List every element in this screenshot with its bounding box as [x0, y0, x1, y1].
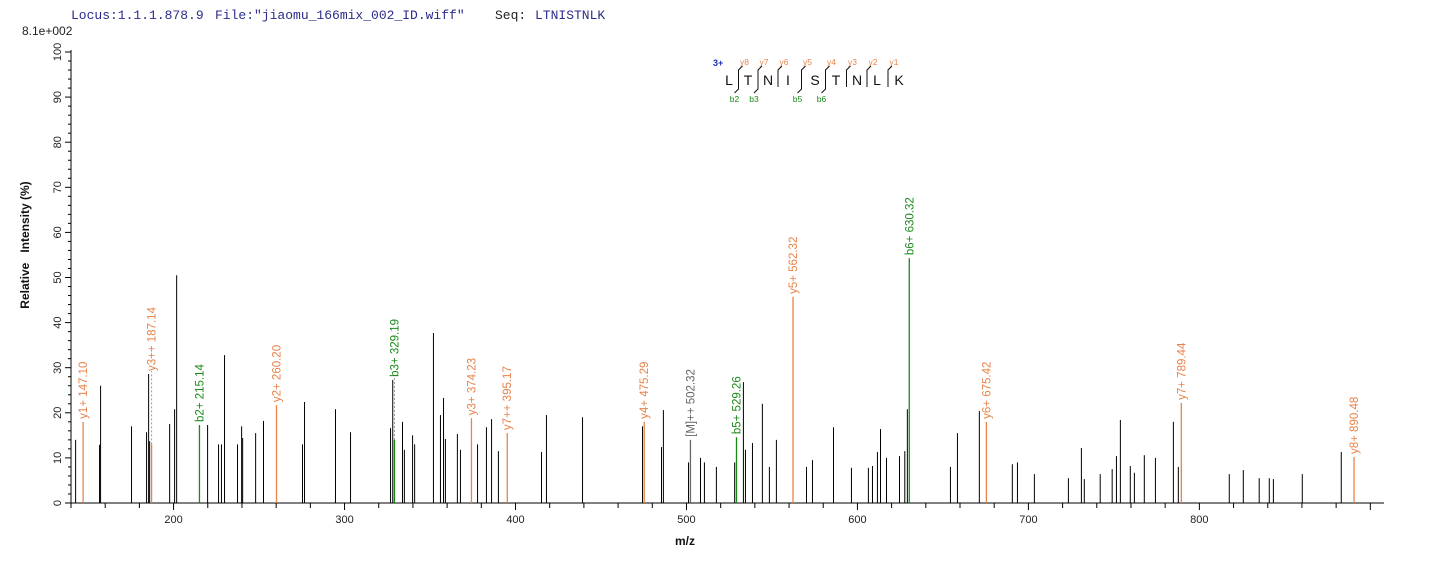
- y-tick-label: 10: [52, 452, 64, 464]
- peak-label: b5+ 529.26: [731, 376, 743, 434]
- residue: T: [832, 72, 841, 88]
- peak-label: y7+ 789.44: [1176, 342, 1188, 400]
- y-tick-label: 60: [52, 226, 64, 238]
- max-intensity-label: 8.1e+002: [22, 24, 73, 38]
- charge-label: 3+: [713, 58, 723, 68]
- y-tick-label: 70: [52, 181, 64, 193]
- y-tick-label: 20: [52, 407, 64, 419]
- b-ion-bracket: [753, 72, 759, 94]
- y-ion-bracket: [777, 65, 783, 87]
- y-axis-title: Relative Intensity (%): [18, 181, 32, 308]
- x-tick-label: 800: [1190, 514, 1208, 526]
- locus-label: Locus:1.1.1.878.9: [71, 8, 204, 23]
- residue: T: [744, 72, 753, 88]
- fragment-map: 3+L T N I S T N L Ky8 y7 y6 y5 y4 y3 y2 y1b2 b3 b5 b6: [713, 57, 904, 104]
- y-ion-bracket: [825, 65, 830, 87]
- y-tick-label: 50: [52, 271, 64, 283]
- peak-label: y2+ 260.20: [271, 345, 283, 402]
- y-ion-bracket: [757, 65, 763, 87]
- residue: S: [810, 72, 819, 88]
- peak-label: y1+ 147.10: [78, 362, 90, 419]
- residue: L: [873, 72, 881, 88]
- y-ion-label: y6: [780, 57, 789, 67]
- b-ion-bracket: [797, 72, 802, 94]
- x-tick-label: 500: [677, 514, 695, 526]
- y-ion-label: y5: [803, 57, 812, 67]
- peak-label: b2+ 215.14: [194, 363, 206, 421]
- y-tick-label: 0: [52, 500, 64, 506]
- y-ion-label: y2: [869, 57, 878, 67]
- x-tick-label: 200: [164, 514, 182, 526]
- peak-label: y3++ 187.14: [147, 306, 159, 371]
- x-tick-label: 700: [1019, 514, 1037, 526]
- seq-value: LTNISTNLK: [535, 8, 605, 23]
- peak-label: y4+ 475.29: [639, 362, 651, 419]
- residue: N: [852, 72, 862, 88]
- x-axis-title: m/z: [675, 534, 695, 548]
- y-ion-label: y1: [890, 57, 899, 67]
- x-tick-label: 400: [506, 514, 524, 526]
- peak-label: y8+ 890.48: [1349, 397, 1361, 454]
- peak-label: y5+ 562.32: [788, 237, 800, 294]
- y-ion-bracket: [801, 65, 806, 87]
- b-ion-bracket: [821, 72, 826, 94]
- b-ion-label: b2: [730, 94, 740, 104]
- x-tick-label: 600: [848, 514, 866, 526]
- file-label: File:"jiaomu_166mix_002_ID.wiff": [215, 8, 465, 23]
- y-ion-label: y7: [760, 57, 769, 67]
- y-ion-bracket: [738, 65, 743, 87]
- residue: I: [786, 72, 790, 88]
- peak-label: [M]++ 502.32: [685, 369, 697, 437]
- y-ion-label: y8: [740, 57, 749, 67]
- y-ion-bracket: [887, 65, 893, 87]
- y-ion-label: y3: [848, 57, 857, 67]
- x-tick-label: 300: [335, 514, 353, 526]
- residue: L: [725, 72, 733, 88]
- axes: 0 10 20 30 40 50 60 70 80 90 100 200 300 400 500 600 700…: [52, 43, 1384, 526]
- y-tick-label: 100: [52, 43, 64, 61]
- peak-label: b3+ 329.19: [389, 319, 401, 377]
- y-tick-label: 40: [52, 316, 64, 328]
- y-tick-label: 80: [52, 136, 64, 148]
- spectrum-chart: Locus:1.1.1.878.9 File:"jiaomu_166mix_00…: [18, 8, 1384, 548]
- seq-key: Seq:: [495, 8, 526, 23]
- peaks: y1+ 147.10 y3++ 187.14 b2+ 215.14 y2+ 260.2…: [75, 197, 1361, 503]
- b-ion-bracket: [734, 72, 739, 94]
- peak-label: y7++ 395.17: [502, 366, 514, 430]
- y-ion-bracket: [866, 65, 872, 87]
- residue: N: [763, 72, 773, 88]
- peak-label: y6+ 675.42: [981, 362, 993, 419]
- residue: K: [894, 72, 904, 88]
- b-ion-label: b5: [793, 94, 803, 104]
- y-ion-label: y4: [827, 57, 836, 67]
- b-ion-label: b3: [749, 94, 759, 104]
- b-ion-label: b6: [817, 94, 827, 104]
- y-ion-bracket: [846, 65, 851, 87]
- y-tick-label: 90: [52, 91, 64, 103]
- y-tick-label: 30: [52, 362, 64, 374]
- peak-label: b6+ 630.32: [904, 197, 916, 255]
- peak-label: y3+ 374.23: [466, 358, 478, 415]
